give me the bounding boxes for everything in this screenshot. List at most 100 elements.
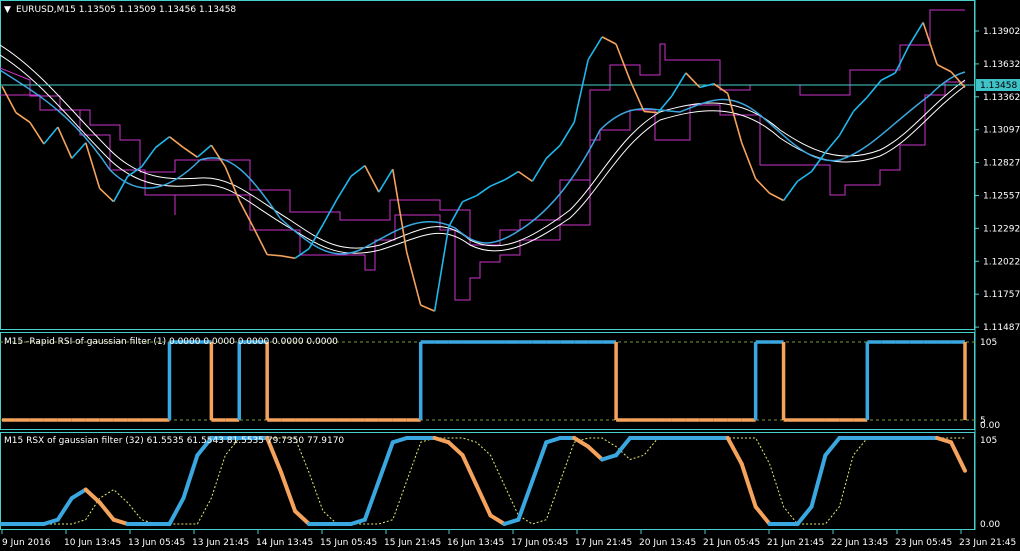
price-segment <box>182 146 198 158</box>
rsx-segment <box>949 440 967 473</box>
price-segment <box>267 253 282 257</box>
price-segment <box>112 176 129 203</box>
rsx-segment <box>111 517 130 526</box>
rsx-segment <box>739 461 758 509</box>
price-segment <box>238 200 254 228</box>
x-tick-label: 23 Jun 21:45 <box>959 538 1016 548</box>
rsx-segment <box>293 509 312 526</box>
x-tick-label: 9 Jun 2016 <box>2 538 51 548</box>
rsx-segment <box>348 517 367 526</box>
x-tick-label: 21 Jun 21:45 <box>767 538 824 548</box>
price-segment <box>866 79 882 98</box>
price-segment <box>447 201 464 228</box>
main-panel-indicators <box>0 9 975 301</box>
price-segment <box>699 83 714 89</box>
price-segment <box>99 187 115 203</box>
chart-dropdown-arrow[interactable]: ▼ <box>4 5 11 15</box>
x-tick-label: 13 Jun 21:45 <box>192 538 249 548</box>
rsx-segment <box>390 436 409 445</box>
price-segment <box>755 178 771 194</box>
price-segment <box>350 164 366 178</box>
main-y-axis-labels: 1.13902 1.13632 1.13362 1.13097 1.12827 1.125… <box>975 27 1020 333</box>
price-segment <box>433 226 450 312</box>
rsx-segment <box>181 453 200 501</box>
rsx-signal-line <box>2 437 965 525</box>
slow-moving-average-1 <box>0 44 966 249</box>
price-segment <box>908 22 924 46</box>
price-segment <box>769 192 784 202</box>
rsx-segment <box>823 436 842 458</box>
price-segment <box>531 157 547 182</box>
channel-upper-line <box>0 9 965 246</box>
price-segment <box>545 144 561 159</box>
price-segment <box>880 72 896 81</box>
price-segment <box>573 59 589 123</box>
price-segment <box>210 144 226 168</box>
price-segment <box>71 142 87 159</box>
price-segment <box>587 36 603 61</box>
x-tick-label: 14 Jun 13:45 <box>256 538 313 548</box>
y-tick-label: 1.13902 <box>983 27 1020 37</box>
y-tick-label: 1.12022 <box>983 257 1020 267</box>
price-segment <box>280 255 296 260</box>
price-segment <box>405 252 422 306</box>
y-tick-label: 1.11487 <box>983 323 1020 333</box>
rsx-panel-title: M15 RSX of gaussian filter (32) 61.5535 … <box>4 436 344 446</box>
x-tick-label: 10 Jun 13:45 <box>64 538 121 548</box>
x-tick-label: 16 Jun 13:45 <box>447 538 504 548</box>
price-segment <box>462 194 477 203</box>
x-tick-label: 22 Jun 13:45 <box>831 538 888 548</box>
rsi-y-axis-labels: 10550.00 <box>980 338 1000 431</box>
y-tick-label: 105 <box>980 436 997 446</box>
rsx-segment <box>376 440 395 483</box>
rsx-segment <box>600 453 619 462</box>
y-tick-label: 105 <box>980 338 997 348</box>
price-segment <box>838 111 855 136</box>
price-segment <box>782 180 799 201</box>
y-tick-label: 1.13632 <box>983 60 1020 70</box>
price-segment <box>43 126 59 145</box>
x-tick-label: 15 Jun 05:45 <box>320 538 377 548</box>
price-segment <box>29 121 45 145</box>
rsx-segment <box>935 436 954 445</box>
x-tick-label: 13 Jun 05:45 <box>128 538 185 548</box>
price-segment <box>601 36 617 45</box>
x-axis-labels: 9 Jun 2016 10 Jun 13:45 13 Jun 05:45 13 Jun… <box>1 530 1016 548</box>
price-segment <box>15 112 31 123</box>
rsx-segment <box>474 483 493 518</box>
rsx-segment <box>97 500 116 522</box>
price-segment <box>140 147 157 168</box>
price-segment <box>810 151 827 173</box>
y-tick-label: 0.00 <box>980 520 1000 530</box>
x-tick-label: 23 Jun 05:45 <box>895 538 952 548</box>
rsx-segment <box>614 436 633 458</box>
price-segment <box>364 165 380 193</box>
rsx-segment <box>488 513 507 526</box>
chart-canvas: 1.13902 1.13632 1.13362 1.13097 1.12827 1.125… <box>0 0 1020 548</box>
price-segment <box>740 142 757 180</box>
rsi-panel-title: M15 -Rapid RSI of gaussian filter (1) 0.… <box>4 337 338 347</box>
x-tick-label: 21 Jun 05:45 <box>703 538 760 548</box>
price-segment <box>671 72 687 97</box>
rsx-segment <box>41 517 60 526</box>
price-segment <box>378 168 394 193</box>
rsx-segment <box>725 436 744 466</box>
price-segment <box>936 63 952 73</box>
y-tick-label: 1.11757 <box>983 290 1020 300</box>
rsx-segment <box>69 487 88 501</box>
price-segment <box>252 226 268 255</box>
price-segment <box>852 96 868 113</box>
rsi-panel-frame <box>0 332 975 430</box>
price-segment <box>615 43 631 81</box>
price-segment <box>168 136 184 149</box>
price-segment <box>643 110 659 114</box>
rsx-panel-frame <box>0 432 975 530</box>
y-tick-label: 1.12292 <box>983 224 1020 234</box>
x-tick-label: 17 Jun 05:45 <box>511 538 568 548</box>
price-segment <box>420 304 435 312</box>
price-segment <box>336 176 352 200</box>
price-segment <box>196 144 212 158</box>
y-tick-label: 1.13097 <box>983 126 1020 136</box>
rsx-segment <box>586 444 605 462</box>
price-segment <box>490 179 505 187</box>
